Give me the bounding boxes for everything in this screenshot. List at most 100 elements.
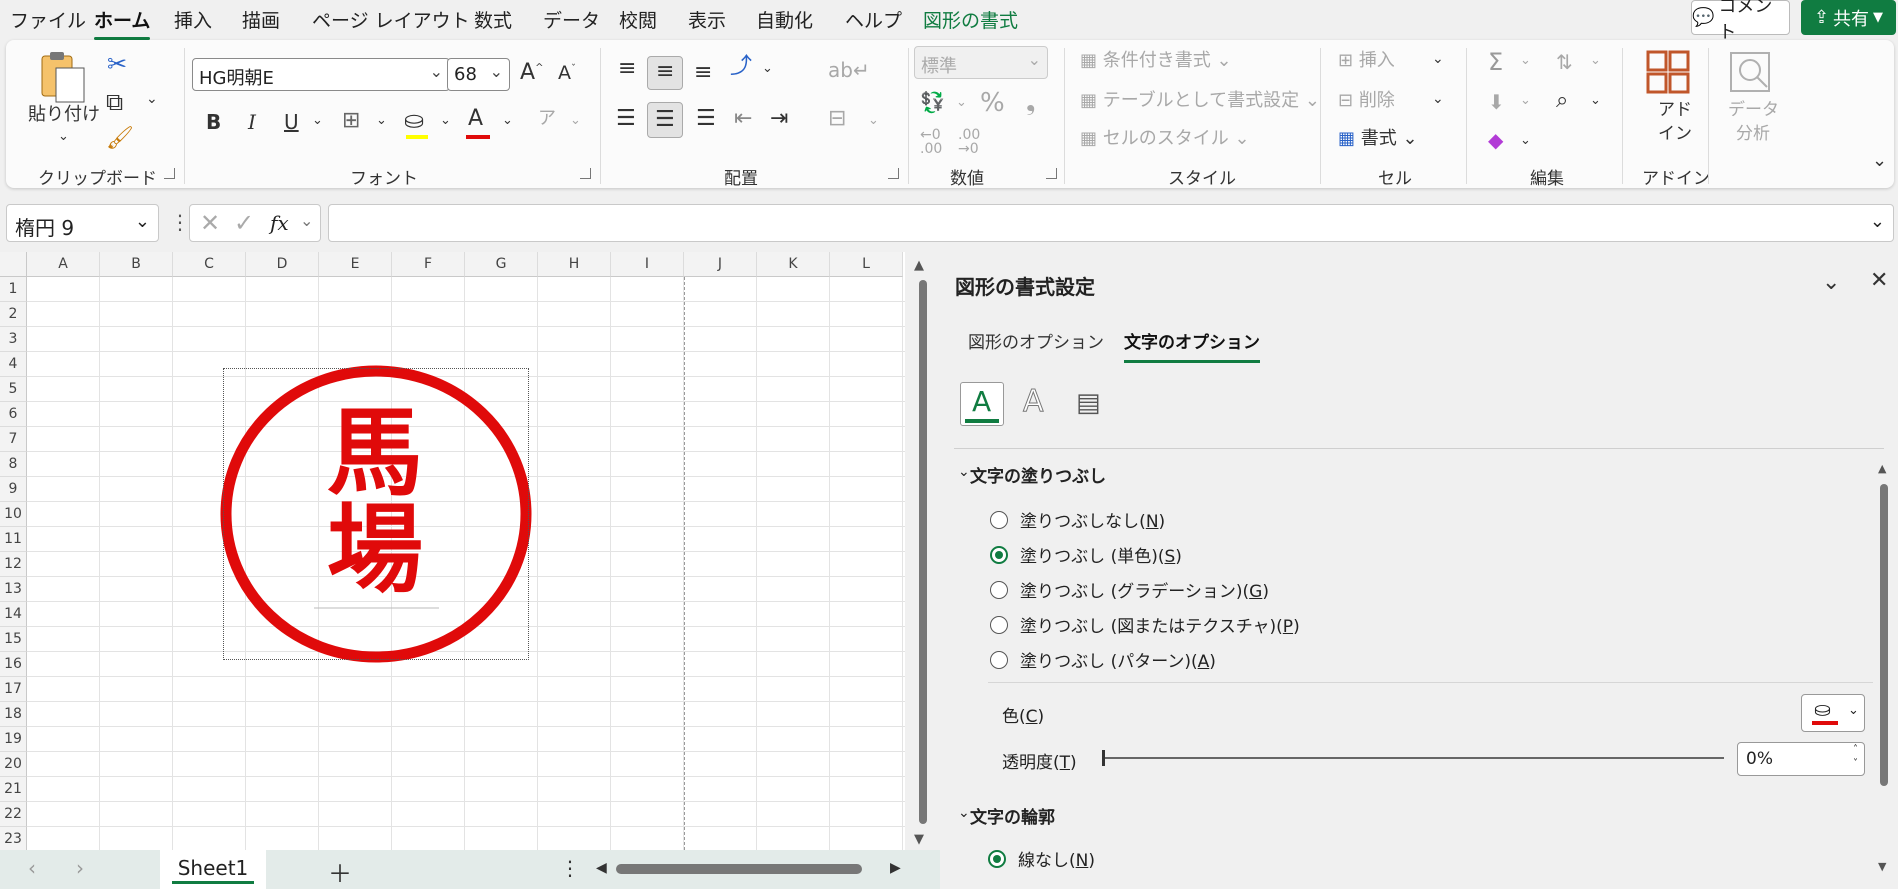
radio-no-fill[interactable]: 塗りつぶしなし(N) — [990, 507, 1165, 532]
find-icon[interactable]: ⌕ — [1556, 90, 1568, 112]
row-header[interactable]: 14 — [0, 602, 27, 627]
scroll-up-icon[interactable]: ▲ — [914, 258, 924, 273]
row-header[interactable]: 20 — [0, 752, 27, 777]
chevron-down-icon[interactable]: ⌄ — [762, 62, 773, 75]
name-box[interactable]: 楕円 9 ⌄ — [6, 204, 159, 242]
row-header[interactable]: 22 — [0, 802, 27, 827]
font-color-icon[interactable]: A — [468, 108, 483, 130]
section-text-outline[interactable]: 文字の輪郭 — [970, 803, 1055, 828]
bold-icon[interactable]: B — [206, 112, 221, 132]
underline-icon[interactable]: U — [284, 112, 299, 132]
row-header[interactable]: 7 — [0, 427, 27, 452]
radio-solid-fill[interactable]: 塗りつぶし (単色)(S) — [990, 542, 1182, 567]
vertical-scroll-thumb[interactable] — [919, 280, 927, 824]
column-header[interactable]: D — [246, 252, 319, 277]
tab-help[interactable]: ヘルプ — [845, 6, 902, 33]
conditional-format-button[interactable]: ▦ 条件付き書式 ⌄ — [1080, 52, 1232, 70]
row-header[interactable]: 12 — [0, 552, 27, 577]
chevron-down-icon[interactable]: ⌄ — [570, 114, 581, 127]
transparency-slider-thumb[interactable] — [1102, 750, 1105, 766]
prev-sheet-icon[interactable]: ‹ — [28, 856, 36, 880]
data-analysis-label-2[interactable]: 分析 — [1736, 126, 1770, 143]
tab-page-layout[interactable]: ページ レイアウト — [312, 6, 470, 33]
chevron-down-icon[interactable]: ⌄ — [1590, 94, 1601, 107]
next-sheet-icon[interactable]: › — [76, 856, 84, 880]
more-options-icon[interactable]: ⋮ — [170, 210, 190, 234]
align-center-button[interactable]: ☰ — [647, 102, 683, 138]
chevron-down-icon[interactable]: ⌄ — [1822, 270, 1840, 295]
sort-filter-icon[interactable]: ⇅ — [1556, 52, 1573, 72]
row-header[interactable]: 15 — [0, 627, 27, 652]
column-header[interactable]: L — [830, 252, 903, 277]
format-cells-button[interactable]: ▦ 書式 ⌄ — [1338, 130, 1418, 148]
percent-icon[interactable]: % — [980, 90, 1005, 116]
horizontal-scroll-thumb[interactable] — [616, 864, 862, 874]
chevron-down-icon[interactable]: ⌄ — [1520, 94, 1531, 107]
comma-icon[interactable]: ❟ — [1026, 90, 1035, 114]
add-sheet-icon[interactable]: ＋ — [328, 854, 352, 889]
chevron-down-icon[interactable]: ⌄ — [300, 211, 313, 230]
radio-picture-fill[interactable]: 塗りつぶし (図またはテクスチャ)(P) — [990, 612, 1300, 637]
tab-formulas[interactable]: 数式 — [474, 6, 512, 33]
data-analysis-label-1[interactable]: データ — [1728, 102, 1779, 119]
chevron-down-icon[interactable]: ⌄ — [1432, 92, 1444, 106]
insert-function-button[interactable]: fx — [270, 211, 289, 235]
color-picker-button[interactable]: ⛀ ⌄ — [1801, 694, 1865, 732]
align-right-icon[interactable]: ☰ — [696, 108, 716, 130]
column-header[interactable]: I — [611, 252, 684, 277]
transparency-input[interactable]: 0% ˄ ˅ — [1737, 742, 1865, 776]
format-as-table-button[interactable]: ▦ テーブルとして書式設定 ⌄ — [1080, 92, 1320, 110]
chevron-down-icon[interactable]: ⌄ — [502, 114, 513, 127]
text-effects-icon[interactable]: A — [1023, 384, 1045, 420]
scroll-down-icon[interactable]: ▼ — [1878, 860, 1886, 873]
align-bottom-icon[interactable]: ≡ — [694, 62, 712, 84]
scroll-right-icon[interactable]: ▶ — [890, 860, 901, 876]
close-icon[interactable]: ✕ — [1870, 268, 1888, 293]
chevron-down-icon[interactable]: ⌄ — [958, 464, 970, 480]
spin-icon[interactable]: ˄ ˅ — [1853, 743, 1858, 771]
scroll-up-icon[interactable]: ▲ — [1878, 462, 1886, 475]
tab-home[interactable]: ホーム — [94, 6, 151, 40]
row-header[interactable]: 13 — [0, 577, 27, 602]
row-header[interactable]: 9 — [0, 477, 27, 502]
chevron-down-icon[interactable]: ⌄ — [376, 114, 387, 127]
chevron-down-icon[interactable]: ⌄ — [1432, 52, 1444, 66]
tab-review[interactable]: 校閲 — [619, 6, 657, 33]
row-header[interactable]: 2 — [0, 302, 27, 327]
column-header[interactable]: J — [684, 252, 757, 277]
shrink-font-icon[interactable]: Aˇ — [558, 64, 576, 83]
align-left-icon[interactable]: ☰ — [616, 108, 636, 130]
row-header[interactable]: 1 — [0, 277, 27, 302]
row-header[interactable]: 3 — [0, 327, 27, 352]
shape-selection-frame[interactable] — [223, 368, 529, 660]
column-header[interactable]: K — [757, 252, 830, 277]
copy-icon[interactable]: ⧉ — [106, 90, 123, 114]
italic-icon[interactable]: I — [248, 112, 256, 132]
section-text-fill[interactable]: 文字の塗りつぶし — [970, 462, 1106, 487]
chevron-down-icon[interactable]: ⌄ — [1520, 134, 1531, 147]
radio-pattern-fill[interactable]: 塗りつぶし (パターン)(A) — [990, 647, 1216, 672]
number-launcher-icon[interactable] — [1046, 168, 1057, 179]
currency-icon[interactable]: 💱 — [920, 92, 945, 112]
chevron-down-icon[interactable]: ⌄ — [868, 114, 879, 127]
decrease-decimal-icon[interactable]: .00 →0 — [958, 128, 980, 156]
addins-label-1[interactable]: アド — [1658, 102, 1692, 119]
tab-automate[interactable]: 自動化 — [756, 6, 813, 33]
column-header[interactable]: G — [465, 252, 538, 277]
chevron-down-icon[interactable]: ⌄ — [146, 92, 158, 106]
autosum-icon[interactable]: Σ — [1488, 50, 1503, 74]
addins-label-2[interactable]: イン — [1658, 126, 1692, 143]
row-header[interactable]: 5 — [0, 377, 27, 402]
clipboard-launcher-icon[interactable] — [164, 168, 175, 179]
tab-shape-options[interactable]: 図形のオプション — [968, 328, 1104, 353]
scissors-icon[interactable]: ✂ — [107, 52, 127, 76]
font-launcher-icon[interactable] — [580, 168, 591, 179]
sheet-tab[interactable]: Sheet1 — [160, 850, 266, 889]
tab-draw[interactable]: 描画 — [242, 6, 280, 33]
alignment-launcher-icon[interactable] — [888, 168, 899, 179]
align-middle-button[interactable]: ≡ — [647, 56, 683, 90]
tab-file[interactable]: ファイル — [10, 6, 86, 33]
scroll-left-icon[interactable]: ◀ — [596, 860, 607, 876]
tab-data[interactable]: データ — [543, 6, 600, 33]
more-options-icon[interactable]: ⋮ — [560, 856, 580, 880]
